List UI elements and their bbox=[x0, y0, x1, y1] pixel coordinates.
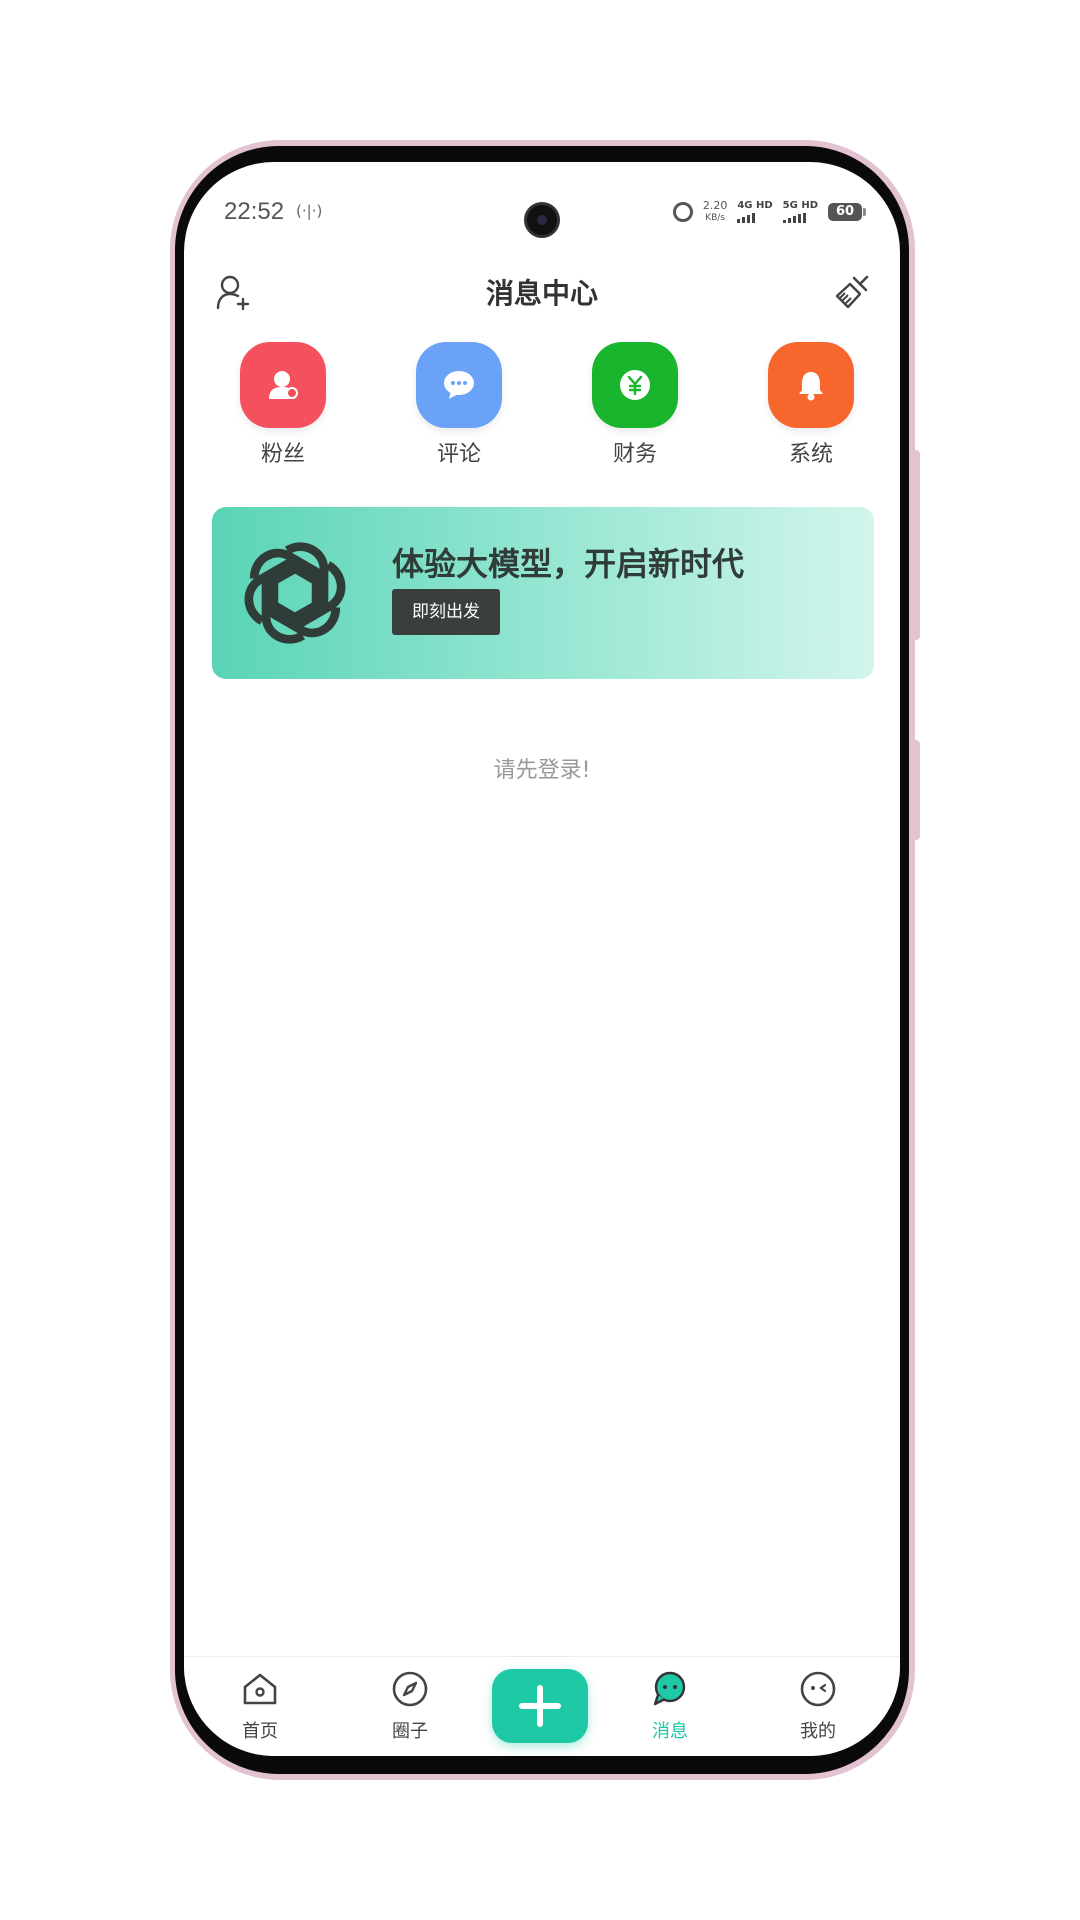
tab-label: 首页 bbox=[242, 1721, 278, 1742]
category-system[interactable]: 系统 bbox=[751, 342, 871, 468]
finance-icon bbox=[592, 342, 678, 428]
broom-icon bbox=[835, 275, 869, 309]
power-button bbox=[913, 450, 920, 640]
phone-screen: 22:52 (·|·) 2.20 KB/s 4G HD 5G HD 60 消息中… bbox=[184, 162, 900, 1756]
tab-messages[interactable]: 消息 bbox=[620, 1669, 720, 1743]
status-bar: 22:52 (·|·) 2.20 KB/s 4G HD 5G HD 60 bbox=[184, 190, 900, 240]
sim2-signal: 5G HD bbox=[782, 200, 818, 223]
volume-button bbox=[913, 740, 920, 840]
tab-label: 我的 bbox=[800, 1721, 836, 1742]
page-title: 消息中心 bbox=[485, 277, 598, 310]
ai-promo-banner[interactable]: 体验大模型，开启新时代 即刻出发 bbox=[212, 507, 874, 679]
sim2-label: 5G HD bbox=[782, 200, 818, 211]
category-finance[interactable]: 财务 bbox=[575, 342, 695, 468]
category-comment[interactable]: 评论 bbox=[399, 342, 519, 468]
net-speed-unit: KB/s bbox=[705, 213, 725, 223]
login-prompt[interactable]: 请先登录! bbox=[184, 752, 900, 784]
publish-button[interactable] bbox=[492, 1669, 588, 1743]
tab-label: 圈子 bbox=[392, 1721, 428, 1742]
home-icon bbox=[243, 1673, 277, 1705]
tab-label: 消息 bbox=[652, 1721, 688, 1742]
sim1-label: 4G HD bbox=[737, 200, 773, 211]
clear-unread-button[interactable] bbox=[832, 272, 872, 312]
category-fans[interactable]: 粉丝 bbox=[223, 342, 343, 468]
category-label: 粉丝 bbox=[260, 442, 305, 467]
fans-icon bbox=[240, 342, 326, 428]
tab-home[interactable]: 首页 bbox=[210, 1669, 310, 1743]
category-label: 财务 bbox=[612, 442, 657, 467]
plus-icon bbox=[519, 1685, 561, 1727]
net-speed: 2.20 KB/s bbox=[703, 200, 728, 224]
banner-title: 体验大模型，开启新时代 bbox=[392, 545, 745, 583]
sim1-signal: 4G HD bbox=[737, 200, 773, 223]
openai-logo-icon bbox=[244, 542, 346, 644]
status-time: 22:52 bbox=[224, 198, 285, 225]
nfc-icon: (·|·) bbox=[296, 202, 323, 220]
category-label: 评论 bbox=[436, 442, 481, 467]
tab-circle[interactable]: 圈子 bbox=[360, 1669, 460, 1743]
front-camera bbox=[524, 202, 560, 238]
compass-icon bbox=[392, 1671, 428, 1707]
message-icon bbox=[653, 1671, 686, 1706]
profile-icon bbox=[800, 1671, 836, 1707]
bottom-tab-bar: 首页 圈子 消息 我的 bbox=[184, 1656, 900, 1756]
battery-icon: 60 bbox=[828, 203, 866, 221]
comment-icon bbox=[416, 342, 502, 428]
category-label: 系统 bbox=[788, 442, 833, 467]
net-speed-value: 2.20 bbox=[702, 199, 728, 212]
start-now-button[interactable]: 即刻出发 bbox=[392, 589, 500, 635]
alarm-icon bbox=[672, 202, 693, 222]
signal-bars-icon bbox=[737, 213, 756, 223]
page: 22:52 (·|·) 2.20 KB/s 4G HD 5G HD 60 消息中… bbox=[0, 0, 1080, 1920]
signal-bars-icon bbox=[782, 213, 806, 223]
system-bell-icon bbox=[768, 342, 854, 428]
category-row: 粉丝 评论 财务 系统 bbox=[184, 342, 900, 482]
status-icons: 2.20 KB/s 4G HD 5G HD 60 bbox=[672, 200, 866, 224]
app-header: 消息中心 bbox=[184, 252, 900, 332]
tab-mine[interactable]: 我的 bbox=[768, 1669, 868, 1743]
